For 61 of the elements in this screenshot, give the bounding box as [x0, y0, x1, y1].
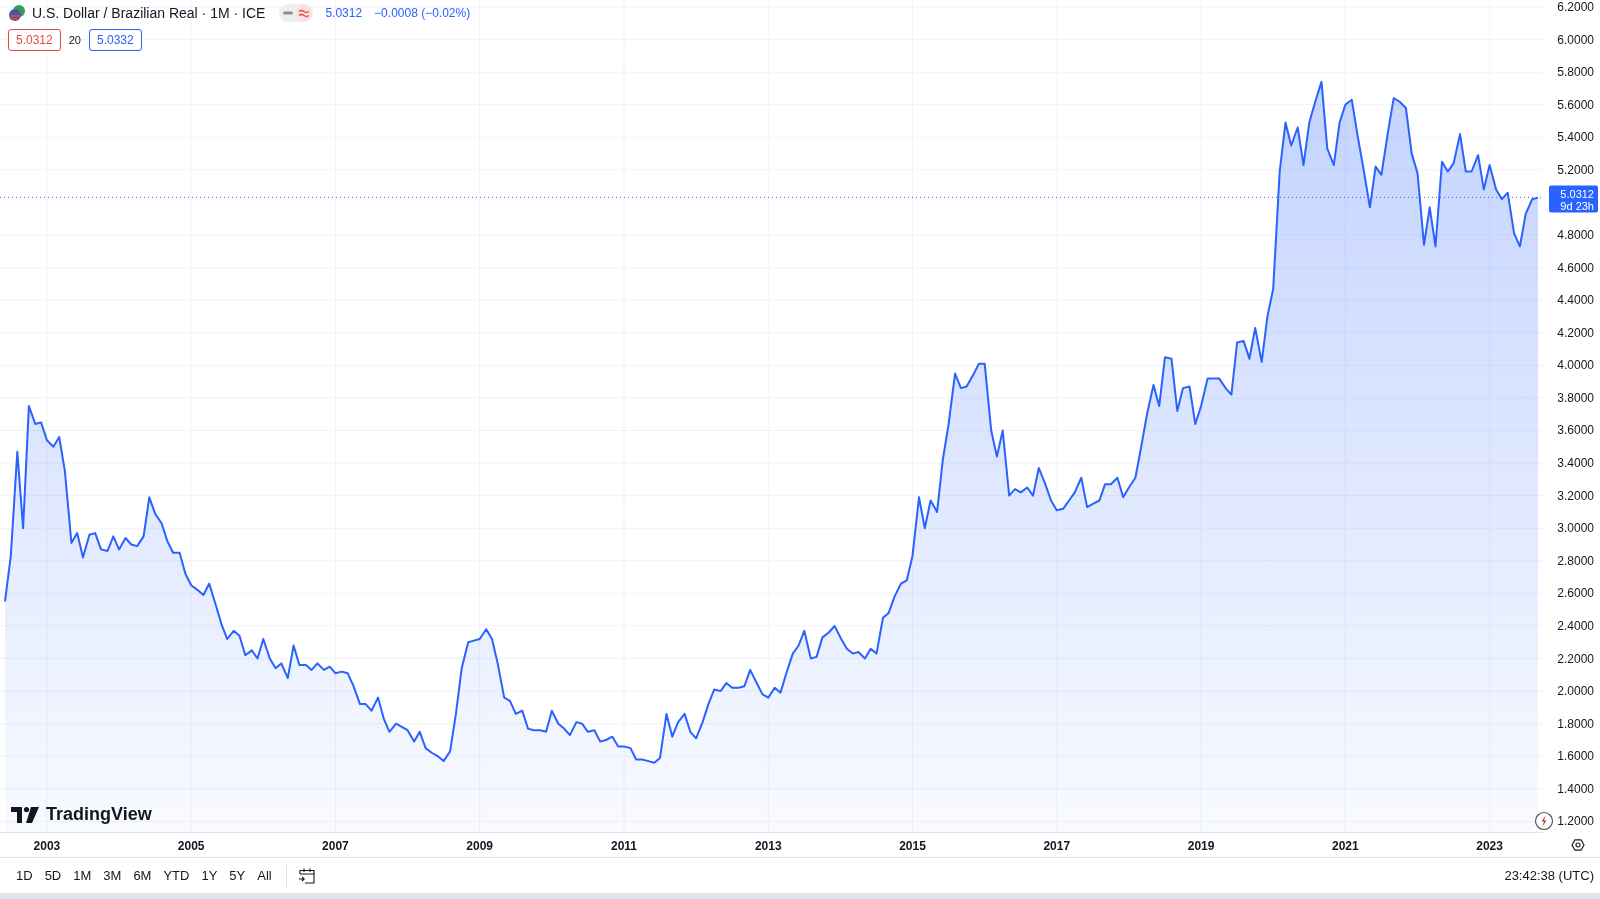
price-axis-label: 4.4000 [1557, 293, 1594, 308]
time-axis-label: 2015 [899, 839, 926, 853]
time-axis-label: 2019 [1187, 839, 1215, 853]
price-axis-label: 4.2000 [1557, 325, 1594, 340]
price-axis-label: 2.4000 [1557, 618, 1594, 633]
price-axis-label: 1.4000 [1557, 781, 1594, 796]
price-axis-label: 4.0000 [1557, 358, 1594, 373]
price-axis-label: 1.2000 [1557, 814, 1594, 829]
price-axis-label: 1.6000 [1557, 749, 1594, 764]
last-price: 5.0312 [325, 6, 363, 20]
price-axis-label: 5.2000 [1557, 162, 1594, 177]
symbol-title: U.S. Dollar / Brazilian Real · 1M · ICE [32, 5, 266, 21]
time-axis-label: 2011 [610, 839, 637, 853]
range-button[interactable]: 5D [38, 864, 68, 887]
range-button[interactable]: 3M [97, 864, 128, 887]
time-axis-label: 2005 [177, 839, 205, 853]
range-button[interactable]: All [251, 864, 278, 887]
clock-text: 23:42:38 (UTC) [1504, 868, 1594, 883]
price-axis-label: 2.2000 [1557, 651, 1594, 666]
price-axis-label: 3.4000 [1557, 456, 1594, 471]
price-axis-label: 1.8000 [1557, 716, 1594, 731]
price-axis-label: 6.0000 [1557, 32, 1594, 47]
range-button[interactable]: 1Y [195, 864, 224, 887]
time-axis-label: 2023 [1476, 839, 1503, 853]
settings-icon[interactable] [1571, 839, 1585, 851]
time-axis-label: 2007 [322, 839, 349, 853]
price-axis-label: 2.6000 [1557, 586, 1594, 601]
price-axis-label: 5.4000 [1557, 130, 1594, 145]
price-change: −0.0008 (−0.02%) [374, 6, 471, 20]
price-axis-label: 5.6000 [1557, 97, 1594, 112]
price-axis-label: 3.6000 [1557, 423, 1594, 438]
logo-mark-icon [11, 806, 40, 823]
price-axis-label: 5.8000 [1557, 65, 1594, 80]
range-button[interactable]: 1D [10, 864, 39, 887]
range-button[interactable]: YTD [157, 864, 196, 887]
legend-toggle[interactable] [279, 4, 314, 22]
price-axis-label: 6.2000 [1557, 0, 1594, 14]
logo-text: TradingView [46, 804, 152, 825]
lightning-icon[interactable] [1534, 811, 1554, 831]
range-button[interactable]: 1M [67, 864, 98, 887]
time-axis-label: 2021 [1332, 839, 1359, 853]
range-button[interactable]: 5Y [223, 864, 252, 887]
price-axis-label: 3.8000 [1557, 390, 1594, 405]
range-button[interactable]: 6M [127, 864, 158, 887]
time-axis-label: 2003 [33, 839, 61, 853]
approx-icon[interactable] [296, 5, 313, 21]
ask-price[interactable]: 5.0332 [88, 29, 142, 51]
price-axis-label: 3.0000 [1557, 521, 1594, 536]
time-axis-label: 2013 [754, 839, 782, 853]
time-axis-label: 2009 [466, 839, 494, 853]
price-axis-label: 2.8000 [1557, 553, 1594, 568]
countdown-text: 9d 23h [1560, 200, 1594, 213]
price-axis-label: 3.2000 [1557, 488, 1594, 503]
price-tag-value: 5.0312 [1560, 188, 1594, 201]
bid-price[interactable]: 5.0312 [8, 29, 61, 51]
price-axis-label: 4.8000 [1557, 228, 1594, 243]
spread-value: 20 [68, 34, 81, 46]
time-axis-label: 2017 [1043, 839, 1071, 853]
price-axis-label: 2.0000 [1557, 684, 1594, 699]
flag-icon [8, 4, 26, 22]
price-axis-label: 4.6000 [1557, 260, 1594, 275]
